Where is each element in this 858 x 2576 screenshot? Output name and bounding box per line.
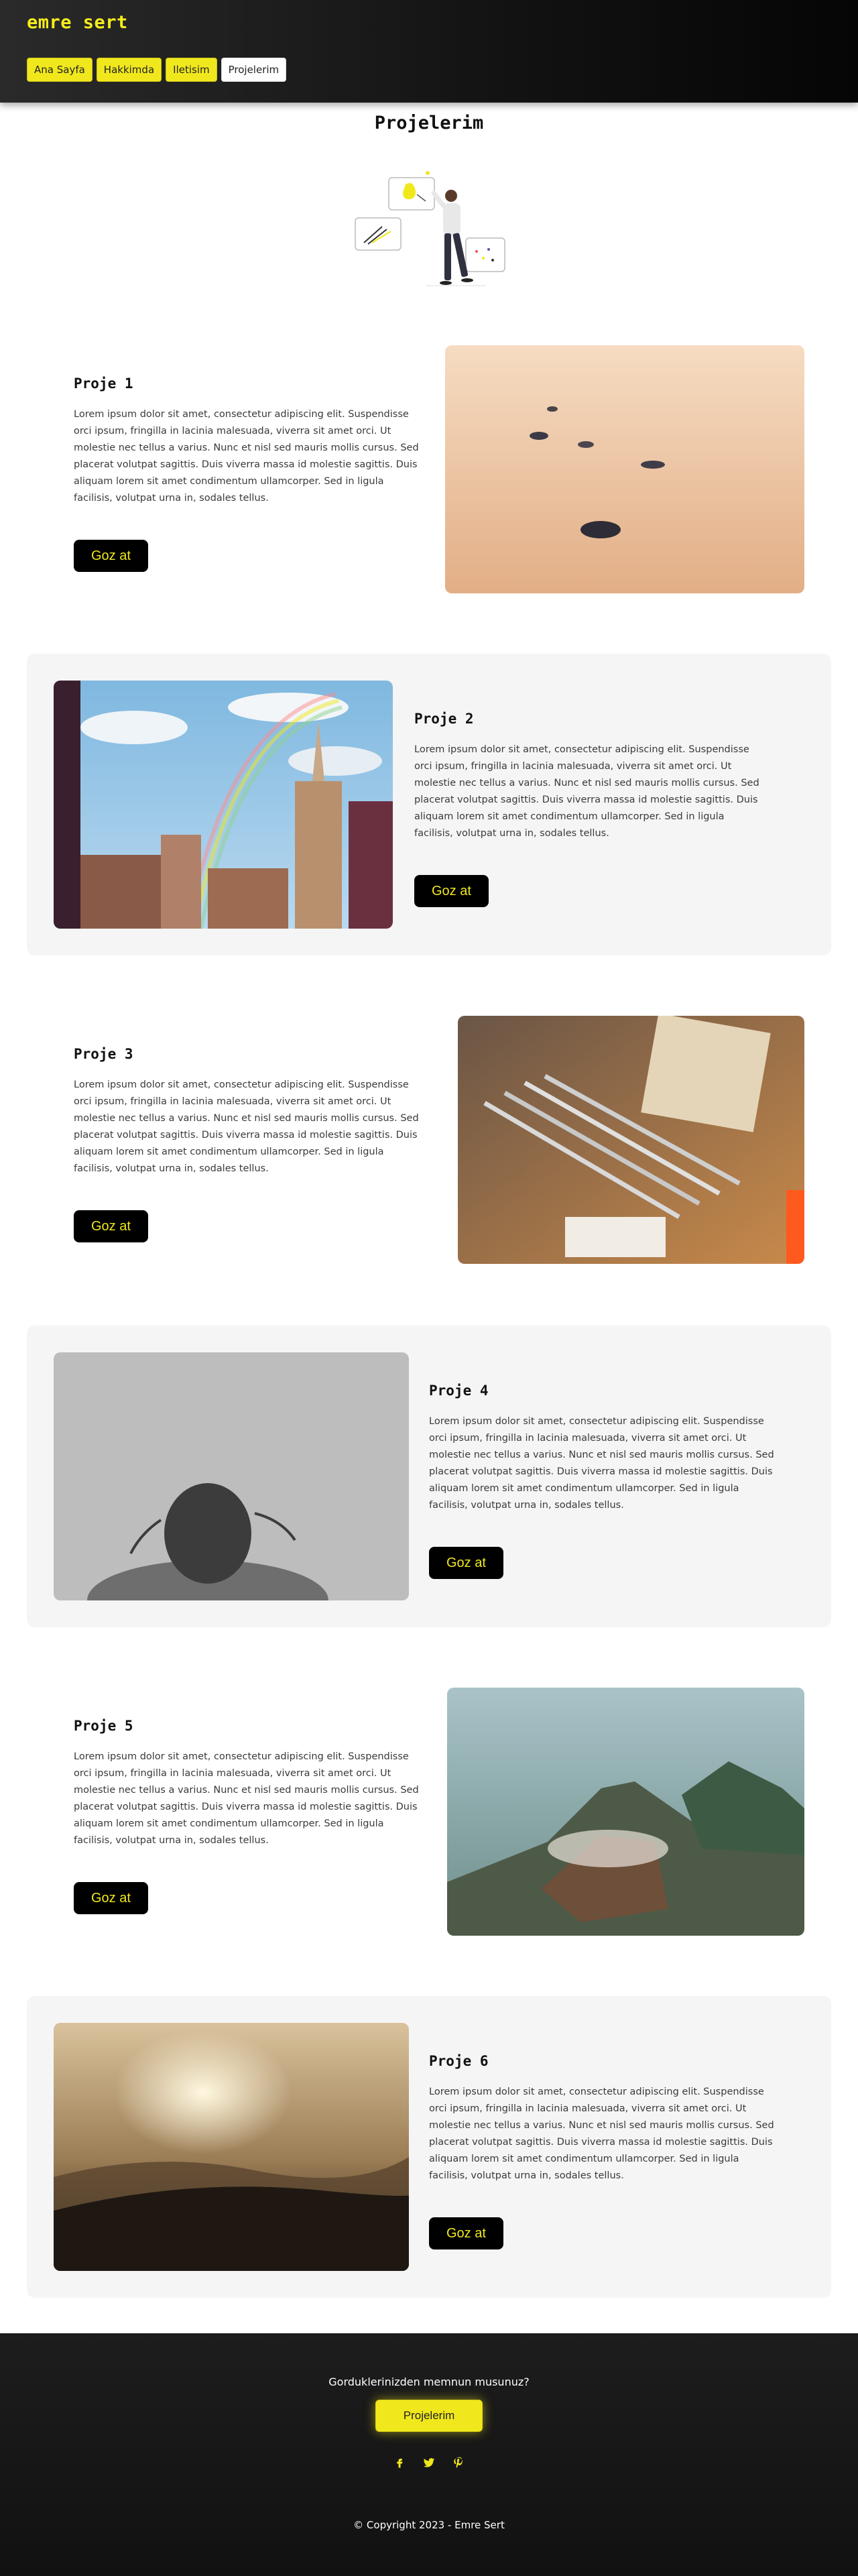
- main-nav: Ana Sayfa Hakkimda Iletisim Projelerim: [27, 58, 287, 82]
- project-description: Lorem ipsum dolor sit amet, consectetur …: [74, 1751, 419, 1846]
- twitter-icon[interactable]: [418, 2452, 440, 2473]
- project-3-image: [458, 1016, 804, 1264]
- project-description: Lorem ipsum dolor sit amet, consectetur …: [429, 2087, 774, 2181]
- project-title: Proje 6: [429, 2053, 489, 2069]
- footer-projects-button[interactable]: Projelerim: [375, 2400, 483, 2432]
- project-1-text: Proje 1 Lorem ipsum dolor sit amet, cons…: [74, 375, 422, 507]
- project-5-text: Proje 5 Lorem ipsum dolor sit amet, cons…: [74, 1718, 422, 1849]
- site-footer: Gorduklerinizden memnun musunuz? Projele…: [0, 2333, 858, 2576]
- project-2-image: [54, 681, 393, 929]
- nav-about[interactable]: Hakkimda: [96, 58, 162, 82]
- nav-projects[interactable]: Projelerim: [221, 58, 287, 82]
- project-description: Lorem ipsum dolor sit amet, consectetur …: [414, 744, 759, 839]
- project-6-text: Proje 6 Lorem ipsum dolor sit amet, cons…: [429, 2053, 778, 2184]
- view-project-1-button[interactable]: Goz at: [74, 540, 148, 572]
- project-3: Proje 3 Lorem ipsum dolor sit amet, cons…: [27, 989, 831, 1291]
- hero-illustration: [352, 168, 513, 302]
- project-1: Proje 1 Lorem ipsum dolor sit amet, cons…: [27, 339, 831, 640]
- project-description: Lorem ipsum dolor sit amet, consectetur …: [74, 1079, 419, 1174]
- project-title: Proje 5: [74, 1718, 133, 1734]
- page-title: Projelerim: [374, 113, 484, 133]
- project-2: Proje 2 Lorem ipsum dolor sit amet, cons…: [27, 654, 831, 955]
- project-4-text: Proje 4 Lorem ipsum dolor sit amet, cons…: [429, 1383, 778, 1514]
- pinterest-icon[interactable]: [448, 2452, 469, 2473]
- project-title: Proje 3: [74, 1046, 133, 1062]
- project-description: Lorem ipsum dolor sit amet, consectetur …: [74, 409, 419, 504]
- project-5-image: [447, 1688, 804, 1936]
- site-header: emre sert Ana Sayfa Hakkimda Iletisim Pr…: [0, 0, 858, 103]
- facebook-icon[interactable]: [389, 2452, 410, 2473]
- project-4: Proje 4 Lorem ipsum dolor sit amet, cons…: [27, 1326, 831, 1627]
- view-project-5-button[interactable]: Goz at: [74, 1882, 148, 1914]
- project-1-image: [445, 345, 804, 593]
- brand-logo[interactable]: emre sert: [27, 12, 128, 33]
- view-project-2-button[interactable]: Goz at: [414, 875, 489, 907]
- nav-contact[interactable]: Iletisim: [166, 58, 217, 82]
- project-6-image: [54, 2023, 409, 2271]
- view-project-4-button[interactable]: Goz at: [429, 1547, 503, 1579]
- project-description: Lorem ipsum dolor sit amet, consectetur …: [429, 1416, 774, 1511]
- project-3-text: Proje 3 Lorem ipsum dolor sit amet, cons…: [74, 1046, 422, 1177]
- view-project-6-button[interactable]: Goz at: [429, 2217, 503, 2249]
- project-title: Proje 4: [429, 1383, 489, 1399]
- project-title: Proje 2: [414, 711, 474, 727]
- project-6: Proje 6 Lorem ipsum dolor sit amet, cons…: [27, 1996, 831, 2298]
- copyright-text: © Copyright 2023 - Emre Sert: [353, 2519, 505, 2531]
- footer-question: Gorduklerinizden memnun musunuz?: [328, 2376, 530, 2388]
- social-links: [389, 2452, 469, 2473]
- project-4-image: [54, 1352, 409, 1600]
- project-title: Proje 1: [74, 375, 133, 392]
- project-5: Proje 5 Lorem ipsum dolor sit amet, cons…: [27, 1661, 831, 1963]
- nav-home[interactable]: Ana Sayfa: [27, 58, 93, 82]
- project-2-text: Proje 2 Lorem ipsum dolor sit amet, cons…: [414, 711, 763, 842]
- view-project-3-button[interactable]: Goz at: [74, 1210, 148, 1242]
